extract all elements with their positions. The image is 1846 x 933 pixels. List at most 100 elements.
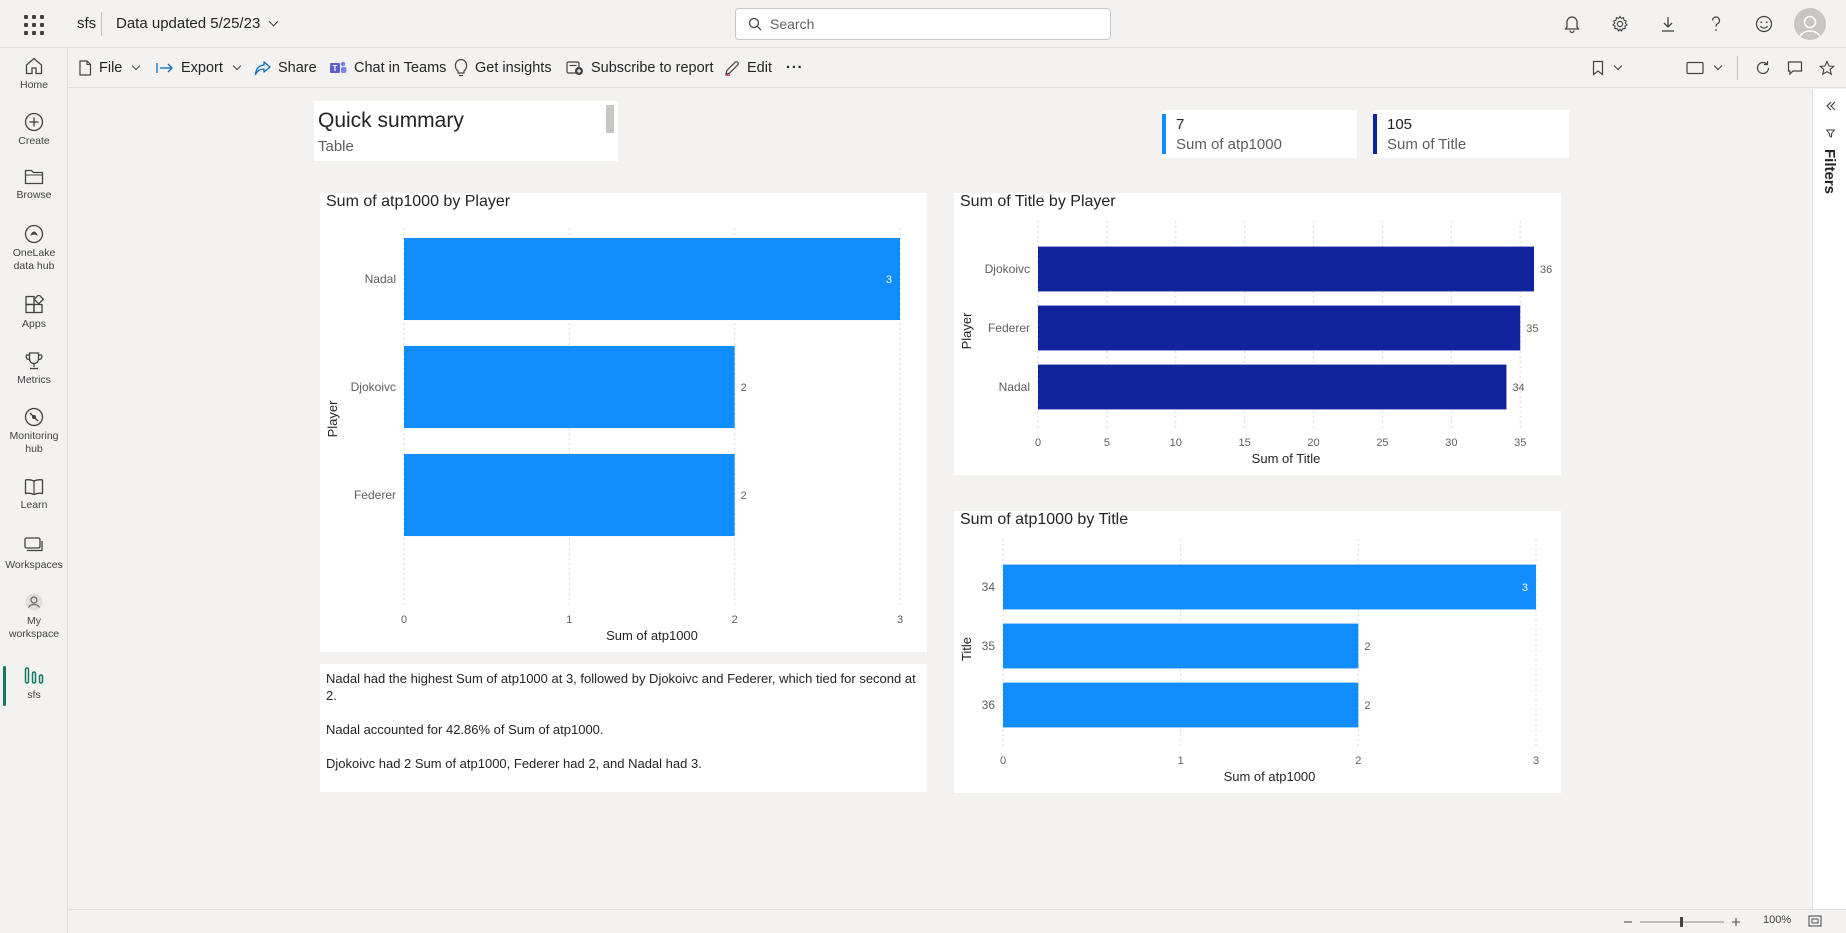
nav-sfs-label: sfs xyxy=(27,689,41,701)
nav-my-workspace-label: My workspace xyxy=(8,615,60,640)
comments-button[interactable] xyxy=(1787,48,1803,88)
data-updated-dropdown[interactable]: Data updated 5/25/23 xyxy=(116,15,279,32)
search-icon xyxy=(748,17,762,31)
y-category-label: 35 xyxy=(982,639,996,653)
download-icon[interactable] xyxy=(1644,8,1692,40)
y-category-label: Nadal xyxy=(365,272,396,286)
user-avatar[interactable] xyxy=(1794,8,1826,40)
filters-pane[interactable]: Filters xyxy=(1812,89,1846,909)
chat-in-teams-button[interactable]: T Chat in Teams xyxy=(329,48,446,88)
kpi-accent-bar xyxy=(1162,114,1166,154)
settings-gear-icon[interactable] xyxy=(1596,8,1644,40)
document-icon xyxy=(79,60,92,76)
kpi-card-atp1000[interactable]: 7 Sum of atp1000 xyxy=(1162,110,1357,158)
fit-to-page-icon[interactable] xyxy=(1808,915,1822,927)
notifications-icon[interactable] xyxy=(1548,8,1596,40)
x-tick-label: 5 xyxy=(1104,437,1110,449)
bar xyxy=(1003,623,1359,669)
app-name[interactable]: sfs xyxy=(77,15,96,32)
nav-metrics[interactable]: Metrics xyxy=(0,351,68,387)
nav-my-workspace[interactable]: My workspace xyxy=(0,592,68,641)
y-category-label: 36 xyxy=(982,698,996,712)
export-menu[interactable]: Export xyxy=(156,48,242,88)
subscribe-icon xyxy=(566,61,583,75)
report-toolbar: File Export Share T Chat in Teams Get in… xyxy=(68,48,1846,88)
bookmark-icon xyxy=(1592,60,1604,76)
bookmark-menu[interactable] xyxy=(1592,48,1623,88)
subscribe-button[interactable]: Subscribe to report xyxy=(566,48,714,88)
kpi-label: Sum of Title xyxy=(1387,136,1467,153)
search-input[interactable] xyxy=(770,16,1090,32)
left-navigation: Home Create Browse OneLake data hub Apps… xyxy=(0,48,68,933)
nav-home-label: Home xyxy=(19,79,48,91)
collapse-chevrons-icon[interactable] xyxy=(1826,101,1836,111)
nav-browse-label: Browse xyxy=(16,189,52,201)
nav-apps[interactable]: Apps xyxy=(0,295,68,331)
share-icon xyxy=(254,60,271,75)
y-category-label: 34 xyxy=(982,580,996,594)
nav-learn[interactable]: Learn xyxy=(0,478,68,512)
nav-workspaces[interactable]: Workspaces xyxy=(0,536,68,572)
chart-title-by-player-card[interactable]: Sum of Title by Player 0 5 10 15 20 25 30 35 Djo… xyxy=(954,193,1561,475)
smart-narrative-text: Nadal had the highest Sum of atp1000 at … xyxy=(326,670,916,789)
data-label: 2 xyxy=(741,490,747,502)
data-label: 2 xyxy=(741,382,747,394)
x-tick-label: 30 xyxy=(1445,437,1457,449)
edit-label: Edit xyxy=(747,60,772,76)
favorite-button[interactable] xyxy=(1819,48,1835,88)
bar xyxy=(404,453,735,537)
report-bars-icon xyxy=(24,667,44,684)
x-tick-label: 3 xyxy=(1533,755,1539,767)
nav-apps-label: Apps xyxy=(22,318,46,330)
get-insights-button[interactable]: Get insights xyxy=(454,48,552,88)
help-icon[interactable] xyxy=(1692,8,1740,40)
zoom-slider[interactable] xyxy=(1624,916,1744,928)
lightbulb-icon xyxy=(454,59,468,77)
refresh-button[interactable] xyxy=(1755,48,1771,88)
header-divider xyxy=(101,12,102,36)
bar xyxy=(1003,564,1536,610)
nav-sfs-report[interactable]: sfs xyxy=(0,664,68,706)
chart-atp1000-by-title-card[interactable]: Sum of atp1000 by Title 0 1 2 3 34 3 35 2 36 2 Sum… xyxy=(954,511,1561,793)
y-category-label: Federer xyxy=(354,488,396,502)
nav-monitoring[interactable]: Monitoring hub xyxy=(0,407,68,456)
export-label: Export xyxy=(181,60,223,76)
x-tick-label: 1 xyxy=(1178,755,1184,767)
top-header: sfs Data updated 5/25/23 xyxy=(0,0,1846,48)
view-layout-icon xyxy=(1686,61,1704,75)
bar xyxy=(404,345,735,429)
app-launcher-icon[interactable] xyxy=(22,13,44,35)
home-icon xyxy=(25,57,43,75)
search-box[interactable] xyxy=(735,8,1111,40)
more-options-button[interactable]: ··· xyxy=(786,48,804,88)
scrollbar-thumb[interactable] xyxy=(606,105,614,133)
edit-button[interactable]: Edit xyxy=(724,48,772,88)
data-updated-label: Data updated 5/25/23 xyxy=(116,15,261,32)
feedback-smiley-icon[interactable] xyxy=(1740,8,1788,40)
filters-label: Filters xyxy=(1821,149,1838,195)
workspaces-icon xyxy=(24,537,43,552)
kpi-card-title[interactable]: 105 Sum of Title xyxy=(1373,110,1569,158)
folder-icon xyxy=(24,169,44,185)
chart-atp1000-by-player-card[interactable]: Sum of atp1000 by Player 0 1 2 3 Nadal 3 Djoko… xyxy=(320,193,927,652)
data-label: 35 xyxy=(1526,323,1538,335)
kpi-label: Sum of atp1000 xyxy=(1176,136,1282,153)
bar-chart-atp1000-by-player: 0 1 2 3 Nadal 3 Djokoivc 2 Federer 2 Sum of atp100… xyxy=(325,228,903,643)
chevron-down-icon xyxy=(1613,61,1623,71)
y-category-label: Djokoivc xyxy=(985,262,1030,276)
share-button[interactable]: Share xyxy=(254,48,317,88)
view-menu[interactable] xyxy=(1686,48,1723,88)
bar xyxy=(1003,682,1359,728)
file-menu[interactable]: File xyxy=(78,48,141,88)
x-tick-label: 0 xyxy=(401,614,407,626)
nav-onelake[interactable]: OneLake data hub xyxy=(0,224,68,273)
bar xyxy=(1038,364,1507,410)
bar-chart-title-by-player: 0 5 10 15 20 25 30 35 Djokoivc 36 Federer 35 Nadal 34… xyxy=(959,221,1552,466)
nav-create[interactable]: Create xyxy=(0,112,68,148)
nav-browse[interactable]: Browse xyxy=(0,168,68,202)
chevron-down-icon xyxy=(232,61,242,71)
data-label: 2 xyxy=(1364,641,1370,653)
nav-home[interactable]: Home xyxy=(0,56,68,92)
share-label: Share xyxy=(278,60,317,76)
bar xyxy=(404,237,900,321)
